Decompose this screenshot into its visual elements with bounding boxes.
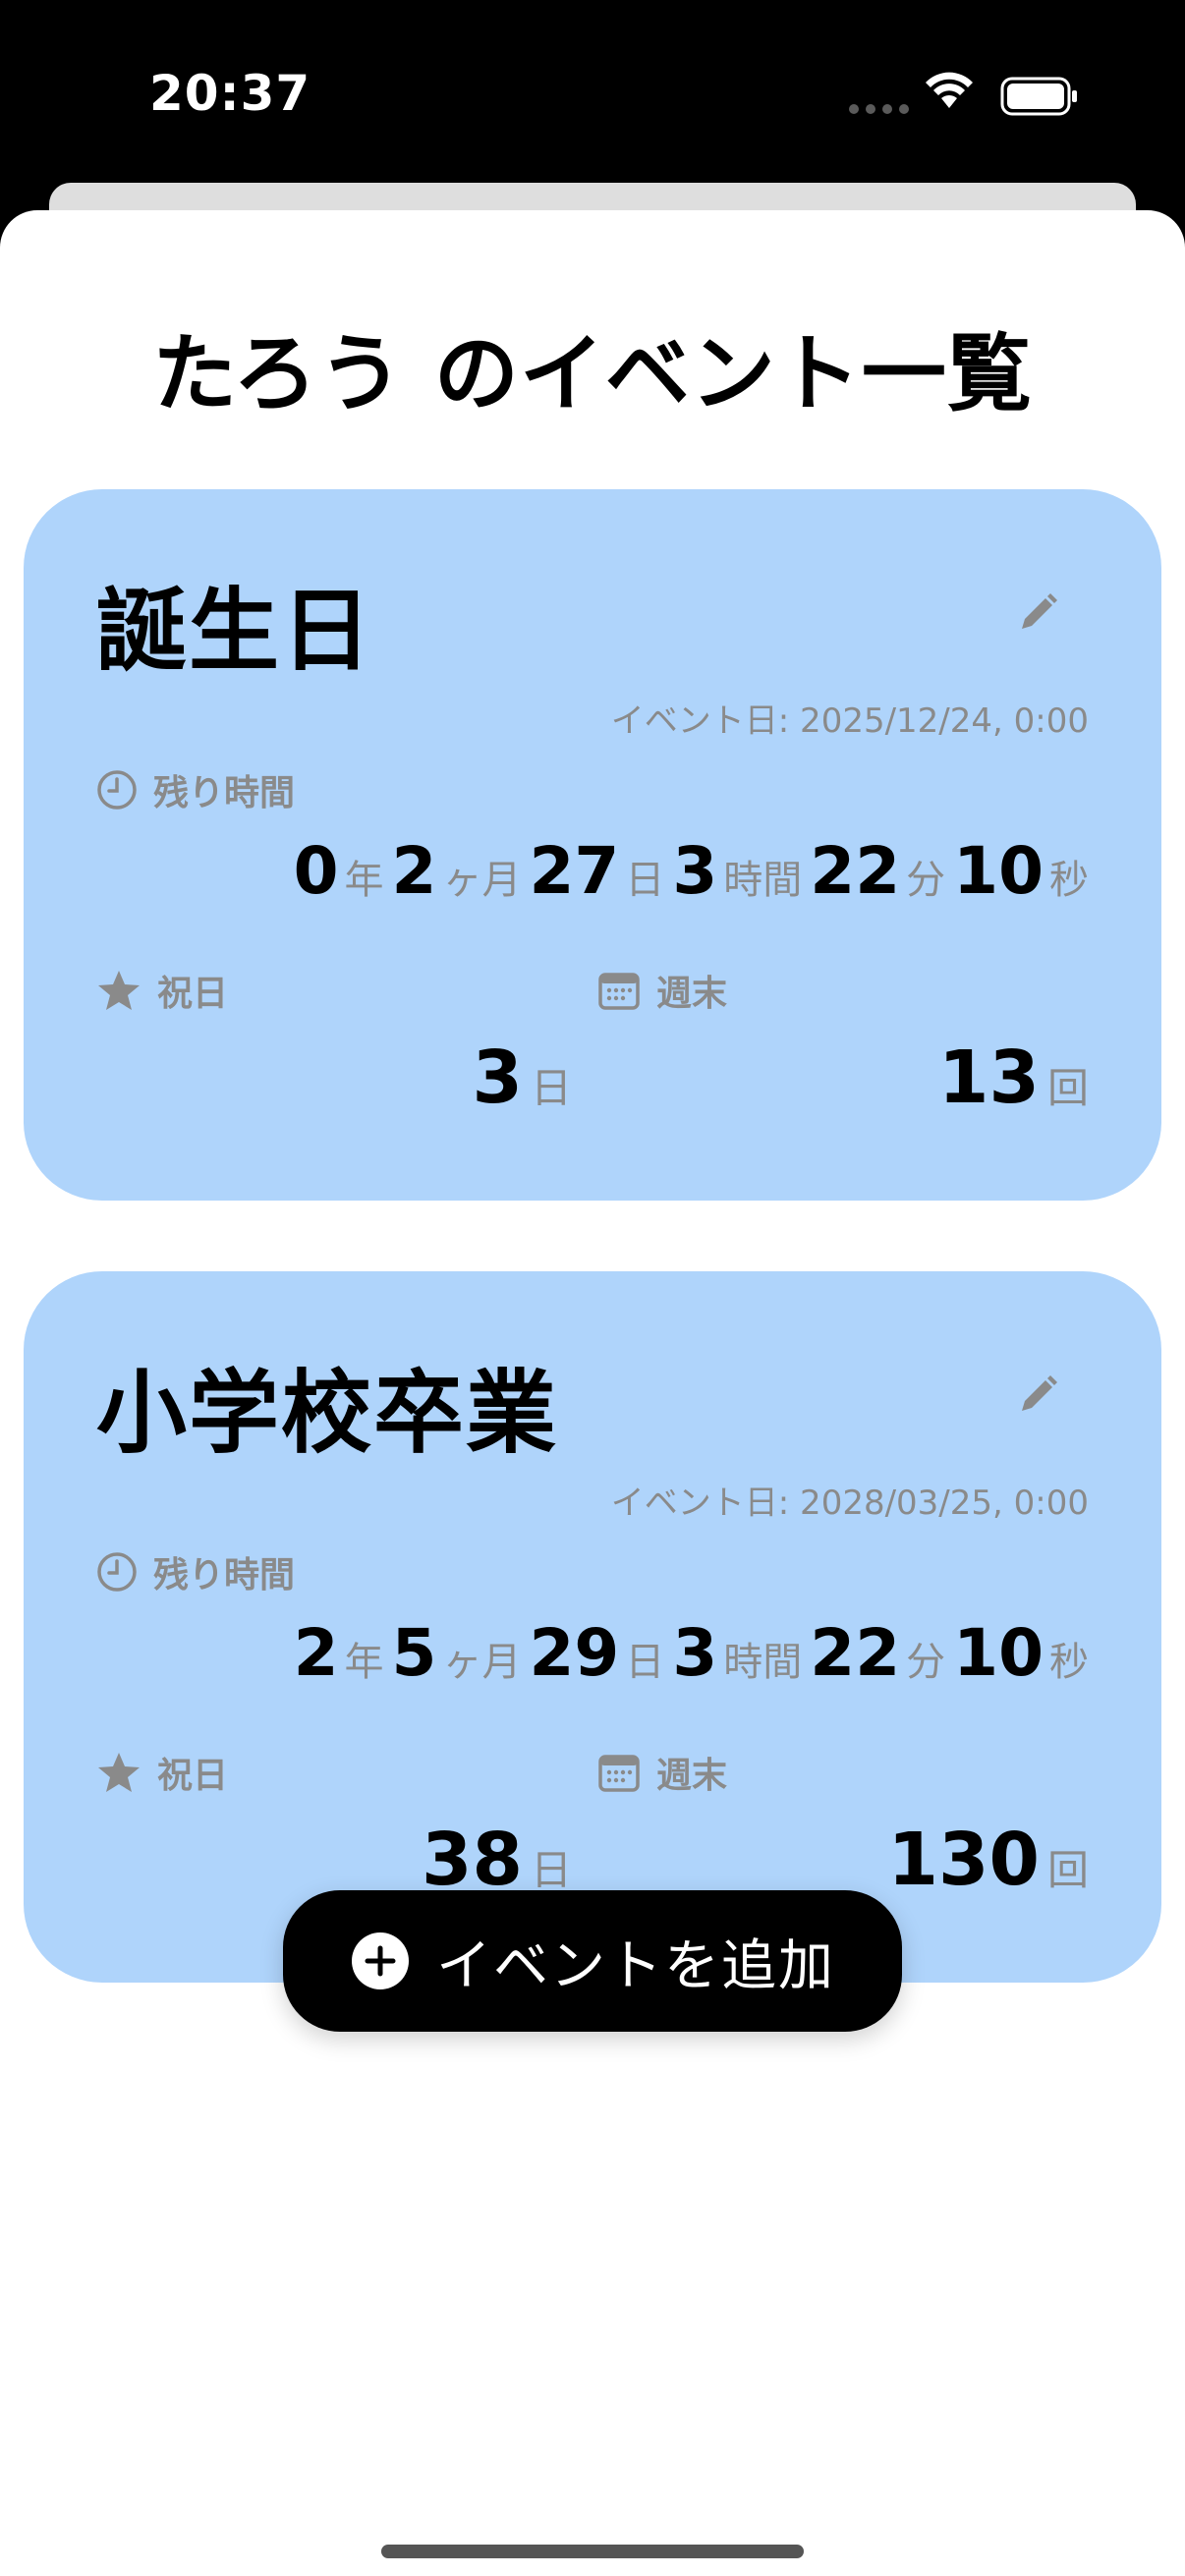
clock-icon [97, 1552, 137, 1592]
countdown-hours: 3 [672, 1615, 718, 1691]
event-card[interactable]: 誕生日 イベント日: 2025/12/24, 0:00 残り時間 0年 2 ヶ月 … [24, 489, 1161, 1201]
holiday-unit: 日 [530, 1064, 572, 1112]
countdown-hours-unit: 時間 [723, 1640, 803, 1685]
event-list-sheet: たろう のイベント一覧 誕生日 イベント日: 2025/12/24, 0:00 … [0, 210, 1185, 2576]
countdown-days-unit: 日 [625, 1640, 665, 1685]
weekend-label-text: 週末 [656, 1756, 728, 1796]
countdown-years: 0 [293, 833, 339, 909]
countdown-years-unit: 年 [344, 858, 384, 903]
countdown-months: 5 [391, 1615, 437, 1691]
holiday-label: 祝日 [96, 1747, 228, 1798]
countdown-seconds: 10 [953, 1615, 1044, 1691]
weekend-count: 13 [938, 1036, 1040, 1120]
holiday-value: 3日 [472, 1036, 572, 1120]
countdown-years-unit: 年 [344, 1640, 384, 1685]
countdown-days: 29 [529, 1615, 620, 1691]
home-indicator[interactable] [381, 2545, 804, 2558]
weekend-label: 週末 [597, 1747, 727, 1798]
event-date: イベント日: 2028/03/25, 0:00 [610, 1484, 1089, 1523]
countdown-minutes-unit: 分 [906, 858, 946, 903]
holiday-label-text: 祝日 [157, 974, 229, 1014]
event-title: 小学校卒業 [96, 1361, 559, 1466]
countdown-months: 2 [391, 833, 437, 909]
calendar-icon [598, 1755, 640, 1792]
weekend-unit: 回 [1046, 1846, 1089, 1894]
countdown-hours: 3 [672, 833, 718, 909]
status-bar: 20:37 [0, 0, 1185, 187]
countdown-minutes-unit: 分 [906, 1640, 946, 1685]
star-icon [98, 1753, 140, 1792]
countdown: 2年 5 ヶ月 29 日 3 時間 22 分 10 秒 [294, 1615, 1089, 1691]
holiday-label: 祝日 [96, 965, 228, 1016]
pencil-icon[interactable] [1016, 591, 1059, 635]
countdown-seconds-unit: 秒 [1049, 858, 1089, 903]
remaining-label-text: 残り時間 [153, 1555, 296, 1596]
countdown-seconds: 10 [953, 833, 1044, 909]
pencil-icon[interactable] [1016, 1373, 1059, 1417]
page-title: たろう のイベント一覧 [152, 325, 1033, 423]
countdown-minutes: 22 [810, 833, 901, 909]
countdown-years: 2 [293, 1615, 339, 1691]
event-date: イベント日: 2025/12/24, 0:00 [610, 701, 1089, 741]
countdown-seconds-unit: 秒 [1049, 1640, 1089, 1685]
weekend-value: 13 回 [938, 1036, 1089, 1120]
countdown-hours-unit: 時間 [723, 858, 803, 903]
remaining-time-label: 残り時間 [96, 764, 295, 815]
remaining-label-text: 残り時間 [153, 773, 296, 813]
plus-circle-icon [352, 1932, 409, 1989]
weekend-unit: 回 [1046, 1064, 1089, 1112]
holiday-count: 3 [472, 1036, 523, 1120]
add-event-button[interactable]: イベントを追加 [283, 1890, 902, 2032]
battery-icon [1000, 77, 1077, 116]
cellular-signal-icon [849, 104, 909, 114]
clock-icon [97, 770, 137, 810]
add-event-label: イベントを追加 [436, 1933, 835, 1998]
holiday-label-text: 祝日 [157, 1756, 229, 1796]
calendar-icon [598, 973, 640, 1010]
wifi-icon [926, 72, 973, 108]
weekend-value: 130 回 [888, 1818, 1089, 1902]
weekend-label: 週末 [597, 965, 727, 1016]
countdown-days: 27 [529, 833, 620, 909]
countdown: 0年 2 ヶ月 27 日 3 時間 22 分 10 秒 [294, 833, 1089, 909]
event-title: 誕生日 [96, 579, 374, 684]
event-card[interactable]: 小学校卒業 イベント日: 2028/03/25, 0:00 残り時間 2年 5ヶ… [24, 1271, 1161, 1983]
weekend-label-text: 週末 [656, 974, 728, 1014]
countdown-minutes: 22 [810, 1615, 901, 1691]
countdown-months-unit: ヶ月 [442, 1640, 522, 1685]
status-time: 20:37 [149, 65, 311, 122]
holiday-unit: 日 [530, 1846, 572, 1894]
remaining-time-label: 残り時間 [96, 1546, 295, 1597]
countdown-days-unit: 日 [625, 858, 665, 903]
weekend-count: 130 [887, 1818, 1040, 1902]
star-icon [98, 971, 140, 1010]
countdown-months-unit: ヶ月 [442, 858, 522, 903]
